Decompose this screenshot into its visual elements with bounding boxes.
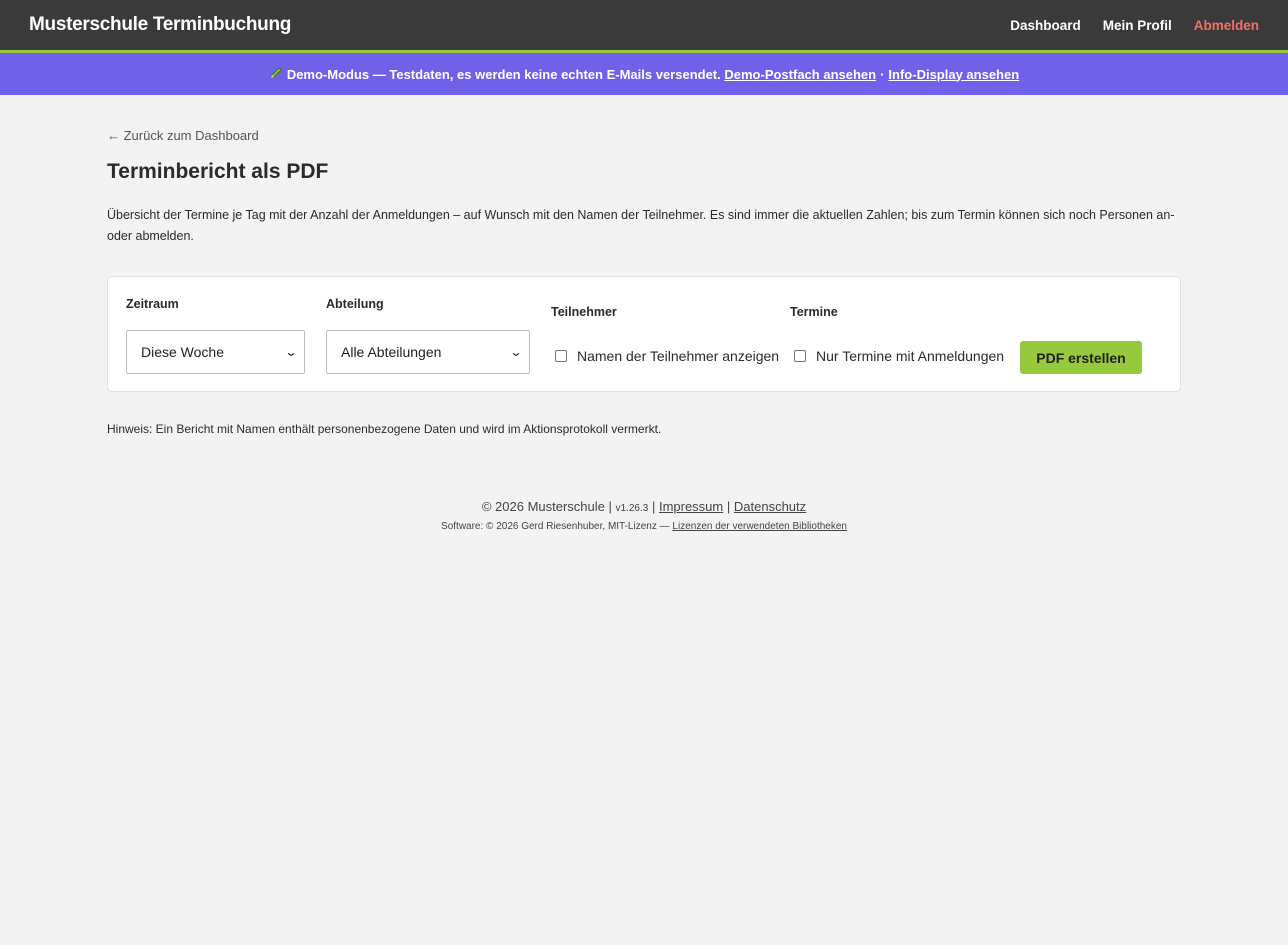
footer-line-1: © 2026 Musterschule | v1.26.3 | Impressu… [107, 499, 1181, 514]
chevron-down-icon: ⌄ [284, 345, 298, 359]
footer-copyright: © 2026 Musterschule | [481, 499, 612, 514]
pencil-icon [269, 66, 283, 83]
footer: © 2026 Musterschule | v1.26.3 | Impressu… [107, 499, 1181, 532]
footer-version: v1.26.3 [615, 503, 649, 514]
page-title: Terminbericht als PDF [107, 160, 329, 183]
main-content: ← Zurück zum Dashboard Terminbericht als… [107, 95, 1181, 532]
impressum-link[interactable]: Impressum [659, 499, 723, 514]
checkbox-box[interactable] [555, 350, 567, 362]
only-booked-appointments-label[interactable]: Nur Termine mit Anmeldungen [816, 348, 1004, 364]
footer-separator: | [651, 499, 656, 514]
top-navigation-bar: Musterschule Terminbuchung Dashboard Mei… [0, 0, 1288, 53]
show-participant-names-checkbox[interactable]: Namen der Teilnehmer anzeigen [555, 348, 779, 364]
period-label: Zeitraum [126, 297, 179, 311]
department-select[interactable]: Alle Abteilungen ⌄ [326, 330, 530, 374]
report-form-card: Zeitraum Diese Woche ⌄ Abteilung Alle Ab… [107, 276, 1181, 392]
info-display-link[interactable]: Info-Display ansehen [888, 67, 1019, 82]
page-description: Übersicht der Termine je Tag mit der Anz… [107, 208, 1175, 243]
period-select[interactable]: Diese Woche ⌄ [126, 330, 305, 374]
department-label: Abteilung [326, 297, 384, 311]
demo-mailbox-link[interactable]: Demo-Postfach ansehen [724, 67, 876, 82]
chevron-down-icon: ⌄ [509, 345, 523, 359]
appointments-label: Termine [790, 305, 838, 319]
demo-banner-text: Demo-Modus — Testdaten, es werden keine … [286, 66, 721, 82]
demo-mode-banner: Demo-Modus — Testdaten, es werden keine … [0, 53, 1288, 95]
checkbox-box[interactable] [794, 350, 806, 362]
department-select-value: Alle Abteilungen [341, 344, 442, 360]
back-to-dashboard-link[interactable]: ← Zurück zum Dashboard [107, 128, 259, 143]
footer-software: Software: © 2026 Gerd Riesenhuber, MIT-L… [441, 521, 670, 532]
privacy-note: Hinweis: Ein Bericht mit Namen enthält p… [107, 422, 662, 436]
demo-banner-separator: · [880, 66, 885, 82]
participants-label: Teilnehmer [551, 305, 617, 319]
licenses-link[interactable]: Lizenzen der verwendeten Bibliotheken [672, 521, 847, 532]
nav-logout-link[interactable]: Abmelden [1194, 18, 1259, 33]
privacy-link[interactable]: Datenschutz [734, 499, 806, 514]
app-brand[interactable]: Musterschule Terminbuchung [29, 14, 291, 36]
period-select-value: Diese Woche [141, 344, 225, 360]
main-nav: Dashboard Mein Profil Abmelden [1010, 18, 1259, 33]
footer-separator: | [726, 499, 731, 514]
only-booked-appointments-checkbox[interactable]: Nur Termine mit Anmeldungen [794, 348, 1004, 364]
nav-profile-link[interactable]: Mein Profil [1103, 18, 1172, 33]
nav-dashboard-link[interactable]: Dashboard [1010, 18, 1081, 33]
create-pdf-button[interactable]: PDF erstellen [1020, 341, 1142, 374]
show-participant-names-label[interactable]: Namen der Teilnehmer anzeigen [577, 348, 779, 364]
footer-line-2: Software: © 2026 Gerd Riesenhuber, MIT-L… [107, 521, 1181, 532]
